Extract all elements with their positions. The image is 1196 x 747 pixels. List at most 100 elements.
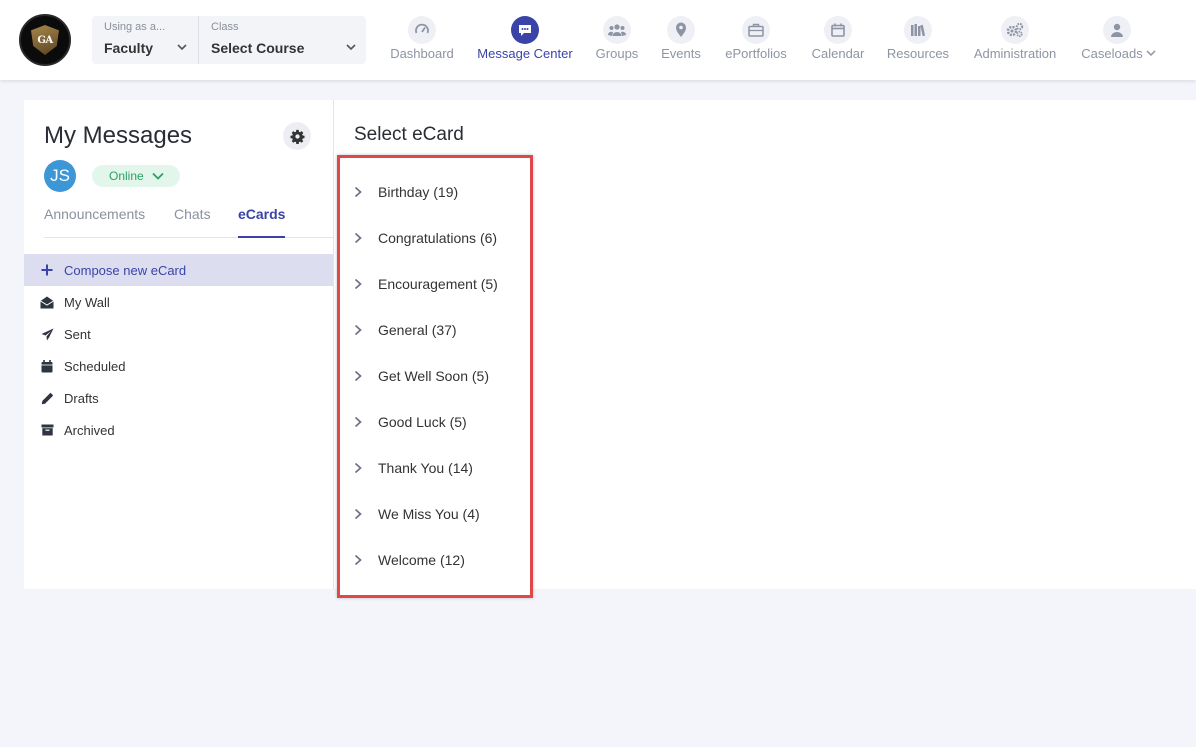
shield-logo-icon: GA: [31, 25, 59, 55]
calendar-icon: [824, 16, 852, 44]
nav-label: Administration: [973, 46, 1057, 61]
menu-item-label: Drafts: [64, 390, 99, 406]
nav-groups[interactable]: Groups: [588, 0, 646, 80]
calendar-icon: [40, 359, 54, 373]
menu-item-label: Archived: [64, 422, 115, 438]
context-selector: Using as a... Faculty Class Select Cours…: [92, 16, 366, 64]
nav-eportfolios[interactable]: ePortfolios: [718, 0, 794, 80]
chevron-right-icon: [354, 554, 362, 566]
messages-sidebar: My Messages JS Online Announcements Chat…: [24, 100, 333, 589]
menu-item-drafts[interactable]: Drafts: [24, 382, 333, 414]
menu-item-my-wall[interactable]: My Wall: [24, 286, 333, 318]
status-badge[interactable]: Online: [92, 165, 180, 187]
category-label: Get Well Soon (5): [378, 368, 490, 384]
category-label: Encouragement (5): [378, 276, 498, 292]
user-icon: [1103, 16, 1131, 44]
tab-announcements[interactable]: Announcements: [44, 206, 145, 238]
chevron-right-icon: [354, 462, 362, 474]
nav-label: Dashboard: [390, 46, 454, 61]
nav-label: ePortfolios: [725, 46, 787, 61]
menu-item-label: Sent: [64, 326, 91, 342]
class-dropdown[interactable]: Class Select Course: [198, 16, 366, 64]
nav-label: Groups: [595, 46, 639, 61]
category-we-miss-you[interactable]: We Miss You (4): [353, 502, 480, 526]
chevron-right-icon: [354, 508, 362, 520]
category-label: Birthday (19): [378, 184, 459, 200]
nav-label: Events: [661, 46, 701, 61]
menu-item-archived[interactable]: Archived: [24, 414, 333, 446]
nav-label: Calendar: [811, 46, 865, 61]
chevron-down-icon: [177, 44, 187, 51]
nav-caseloads[interactable]: Caseloads: [1076, 0, 1158, 80]
ecard-category-list: Birthday (19) Congratulations (6) Encour…: [337, 155, 533, 598]
nav-calendar[interactable]: Calendar: [808, 0, 868, 80]
menu-item-label: Scheduled: [64, 358, 126, 374]
category-thank-you[interactable]: Thank You (14): [353, 456, 473, 480]
category-birthday[interactable]: Birthday (19): [353, 180, 458, 204]
speedometer-icon: [408, 16, 436, 44]
role-dropdown-label: Using as a...: [104, 21, 166, 33]
category-label: General (37): [378, 322, 457, 338]
nav-administration[interactable]: Administration: [968, 0, 1062, 80]
status-label: Online: [109, 169, 144, 183]
envelope-open-icon: [40, 295, 54, 309]
chevron-down-icon: [1146, 50, 1156, 57]
chevron-right-icon: [354, 370, 362, 382]
class-dropdown-label: Class: [211, 21, 239, 33]
compose-ecard-button[interactable]: Compose new eCard: [24, 254, 333, 286]
chevron-right-icon: [354, 278, 362, 290]
chevron-right-icon: [354, 416, 362, 428]
chevron-down-icon: [346, 44, 356, 51]
menu-item-label: Compose new eCard: [64, 262, 187, 278]
nav-label: Message Center: [477, 46, 573, 61]
avatar[interactable]: JS: [44, 160, 76, 192]
message-tabs: Announcements Chats eCards: [44, 206, 333, 238]
tab-ecards[interactable]: eCards: [238, 206, 286, 238]
nav-resources[interactable]: Resources: [882, 0, 954, 80]
category-congratulations[interactable]: Congratulations (6): [353, 226, 497, 250]
class-dropdown-value: Select Course: [211, 40, 305, 56]
nav-message-center[interactable]: Message Center: [474, 0, 576, 80]
settings-button[interactable]: [283, 122, 311, 150]
people-icon: [603, 16, 631, 44]
role-dropdown-value: Faculty: [104, 40, 154, 56]
briefcase-icon: [742, 16, 770, 44]
top-navigation-bar: GA Using as a... Faculty Class Select Co…: [0, 0, 1196, 80]
school-logo[interactable]: GA: [19, 14, 71, 66]
category-label: Good Luck (5): [378, 414, 467, 430]
ecard-selection-panel: Select eCard Birthday (19) Congratulatio…: [334, 100, 1196, 598]
section-title: Select eCard: [354, 124, 464, 145]
gear-icon: [289, 129, 305, 144]
role-dropdown[interactable]: Using as a... Faculty: [92, 16, 197, 64]
category-good-luck[interactable]: Good Luck (5): [353, 410, 467, 434]
books-icon: [904, 16, 932, 44]
archive-icon: [40, 423, 54, 437]
nav-dashboard[interactable]: Dashboard: [380, 0, 464, 80]
category-label: Thank You (14): [378, 460, 473, 476]
category-label: Welcome (12): [378, 552, 465, 568]
map-pin-icon: [667, 16, 695, 44]
nav-label: Resources: [886, 46, 950, 61]
category-label: We Miss You (4): [378, 506, 480, 522]
menu-item-sent[interactable]: Sent: [24, 318, 333, 350]
category-encouragement[interactable]: Encouragement (5): [353, 272, 498, 296]
page-title: My Messages: [44, 122, 193, 149]
ecard-menu: Compose new eCard My Wall Sent Scheduled…: [24, 254, 333, 446]
tab-chats[interactable]: Chats: [174, 206, 211, 238]
category-label: Congratulations (6): [378, 230, 498, 246]
menu-item-label: My Wall: [64, 294, 110, 310]
category-general[interactable]: General (37): [353, 318, 457, 342]
chat-bubble-icon: [511, 16, 539, 44]
chevron-down-icon: [152, 172, 164, 180]
gears-icon: [1001, 16, 1029, 44]
category-welcome[interactable]: Welcome (12): [353, 548, 465, 572]
pencil-icon: [40, 391, 54, 405]
menu-item-scheduled[interactable]: Scheduled: [24, 350, 333, 382]
chevron-right-icon: [354, 324, 362, 336]
chevron-right-icon: [354, 186, 362, 198]
category-get-well-soon[interactable]: Get Well Soon (5): [353, 364, 489, 388]
plus-icon: [40, 263, 54, 277]
nav-events[interactable]: Events: [658, 0, 704, 80]
paper-plane-icon: [40, 327, 54, 341]
chevron-right-icon: [354, 232, 362, 244]
